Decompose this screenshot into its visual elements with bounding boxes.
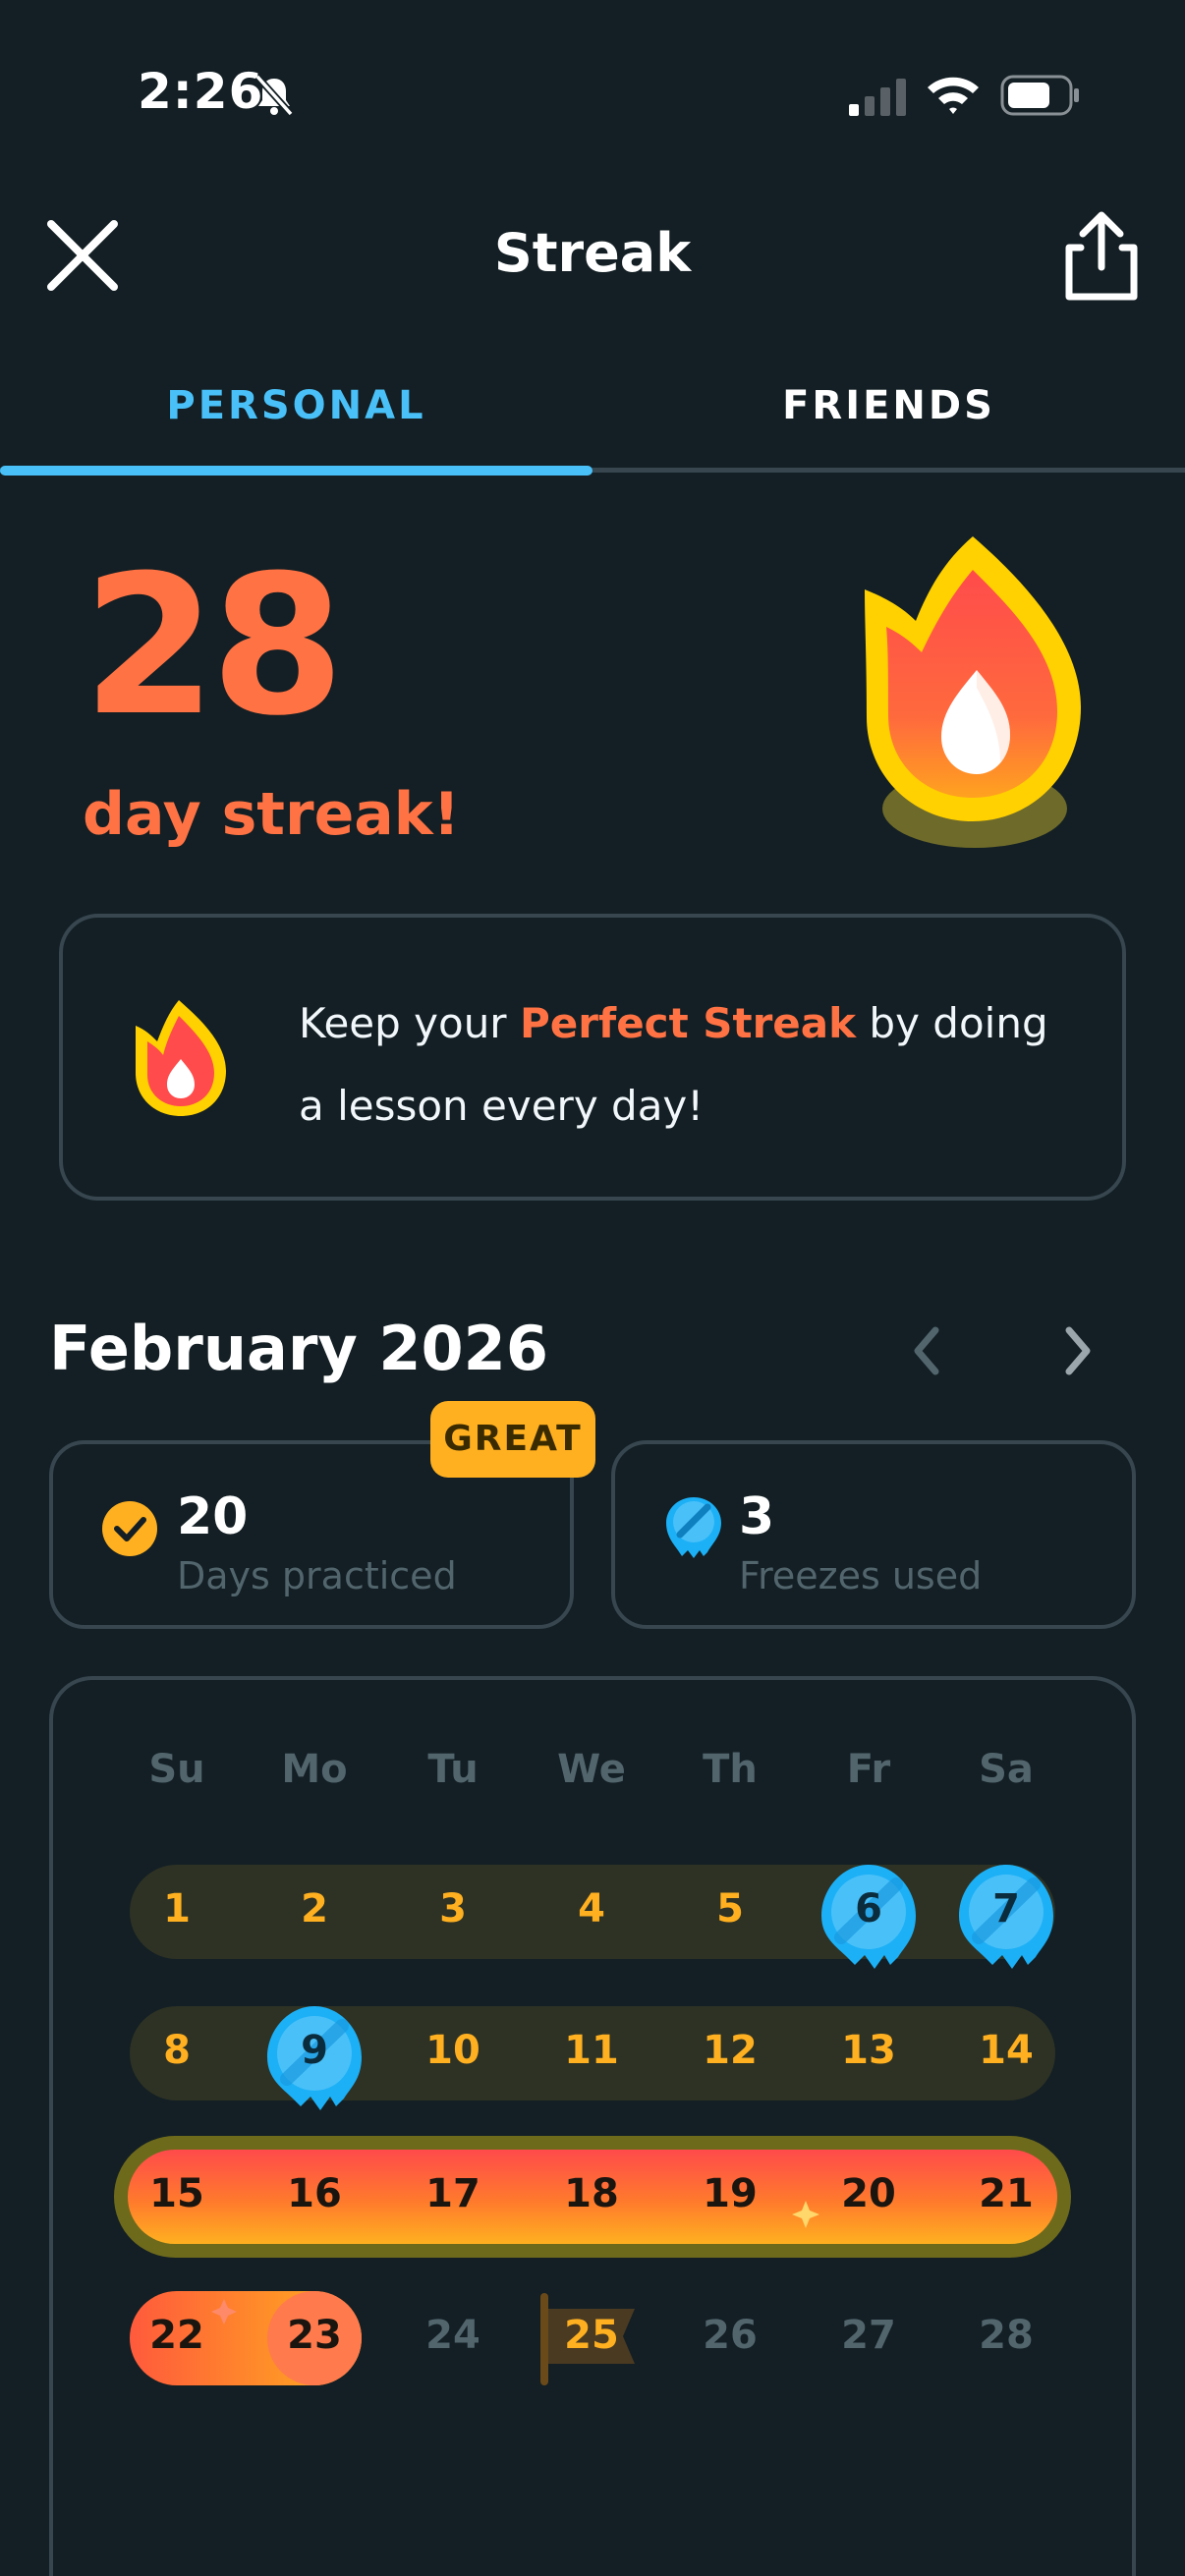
days-practiced-label: Days practiced — [177, 1554, 457, 1597]
calendar-day-7[interactable]: 7 — [947, 1886, 1065, 1932]
info-text-prefix: Keep your — [299, 999, 520, 1047]
calendar-day-24[interactable]: 24 — [394, 2313, 512, 2358]
calendar-day-23[interactable]: 23 — [255, 2313, 373, 2358]
calendar-day-12[interactable]: 12 — [671, 2028, 789, 2073]
calendar-day-26[interactable]: 26 — [671, 2313, 789, 2358]
calendar-day-4[interactable]: 4 — [533, 1886, 650, 1932]
calendar-day-27[interactable]: 27 — [810, 2313, 928, 2358]
freezes-used-value: 3 — [739, 1487, 775, 1546]
calendar-day-17[interactable]: 17 — [394, 2171, 512, 2216]
perfect-streak-highlight: Perfect Streak — [519, 999, 857, 1047]
weekday-mo: Mo — [281, 1747, 348, 1792]
weekday-su: Su — [148, 1747, 205, 1792]
cellular-signal-icon — [849, 79, 906, 116]
weekday-we: We — [557, 1747, 626, 1792]
weekday-sa: Sa — [979, 1747, 1034, 1792]
calendar-day-9[interactable]: 9 — [255, 2028, 373, 2073]
streak-flame-icon — [865, 536, 1081, 848]
calendar-day-1[interactable]: 1 — [118, 1886, 236, 1932]
battery-icon — [1000, 75, 1079, 116]
chevron-right-icon[interactable] — [1049, 1316, 1104, 1385]
freezes-used-label: Freezes used — [739, 1554, 983, 1597]
weekday-tu: Tu — [427, 1747, 479, 1792]
calendar-day-6[interactable]: 6 — [810, 1886, 928, 1932]
tab-active-indicator — [0, 466, 592, 476]
streak-freeze-icon — [666, 1497, 721, 1558]
checkmark-circle-icon — [102, 1501, 157, 1556]
calendar-day-21[interactable]: 21 — [947, 2171, 1065, 2216]
chevron-left-icon[interactable] — [900, 1316, 955, 1385]
status-time: 2:26 — [138, 63, 264, 120]
perfect-streak-card: Keep your Perfect Streak by doing a less… — [59, 914, 1126, 1201]
streak-calendar — [49, 1676, 1136, 2576]
calendar-day-22[interactable]: 22 — [118, 2313, 236, 2358]
tab-personal[interactable]: PERSONAL — [0, 383, 592, 428]
calendar-day-19[interactable]: 19 — [671, 2171, 789, 2216]
calendar-day-11[interactable]: 11 — [533, 2028, 650, 2073]
calendar-day-3[interactable]: 3 — [394, 1886, 512, 1932]
wifi-icon — [928, 77, 979, 114]
perfect-streak-flame-icon — [136, 1000, 226, 1116]
calendar-day-5[interactable]: 5 — [671, 1886, 789, 1932]
bell-slash-icon — [254, 74, 294, 117]
calendar-day-10[interactable]: 10 — [394, 2028, 512, 2073]
calendar-day-13[interactable]: 13 — [810, 2028, 928, 2073]
freezes-used-card: 3 Freezes used — [611, 1440, 1136, 1629]
calendar-day-14[interactable]: 14 — [947, 2028, 1065, 2073]
calendar-day-28[interactable]: 28 — [947, 2313, 1065, 2358]
tab-bar: PERSONAL FRIENDS — [0, 364, 1185, 477]
great-badge: GREAT — [430, 1401, 595, 1478]
share-icon[interactable] — [1059, 208, 1144, 303]
page-title: Streak — [493, 222, 692, 284]
streak-count: 28 — [83, 534, 345, 758]
status-bar: 2:26 — [0, 0, 1185, 187]
calendar-day-18[interactable]: 18 — [533, 2171, 650, 2216]
weekday-fr: Fr — [846, 1747, 891, 1792]
calendar-day-2[interactable]: 2 — [255, 1886, 373, 1932]
days-practiced-value: 20 — [177, 1487, 249, 1546]
calendar-day-16[interactable]: 16 — [255, 2171, 373, 2216]
weekday-th: Th — [703, 1747, 758, 1792]
calendar-day-20[interactable]: 20 — [810, 2171, 928, 2216]
streak-label: day streak! — [83, 780, 461, 849]
calendar-day-8[interactable]: 8 — [118, 2028, 236, 2073]
calendar-day-15[interactable]: 15 — [118, 2171, 236, 2216]
calendar-day-25[interactable]: 25 — [533, 2313, 650, 2358]
calendar-month-title: February 2026 — [49, 1313, 548, 1384]
tab-friends[interactable]: FRIENDS — [592, 383, 1185, 428]
perfect-streak-text: Keep your Perfect Streak by doing a less… — [299, 982, 1085, 1148]
